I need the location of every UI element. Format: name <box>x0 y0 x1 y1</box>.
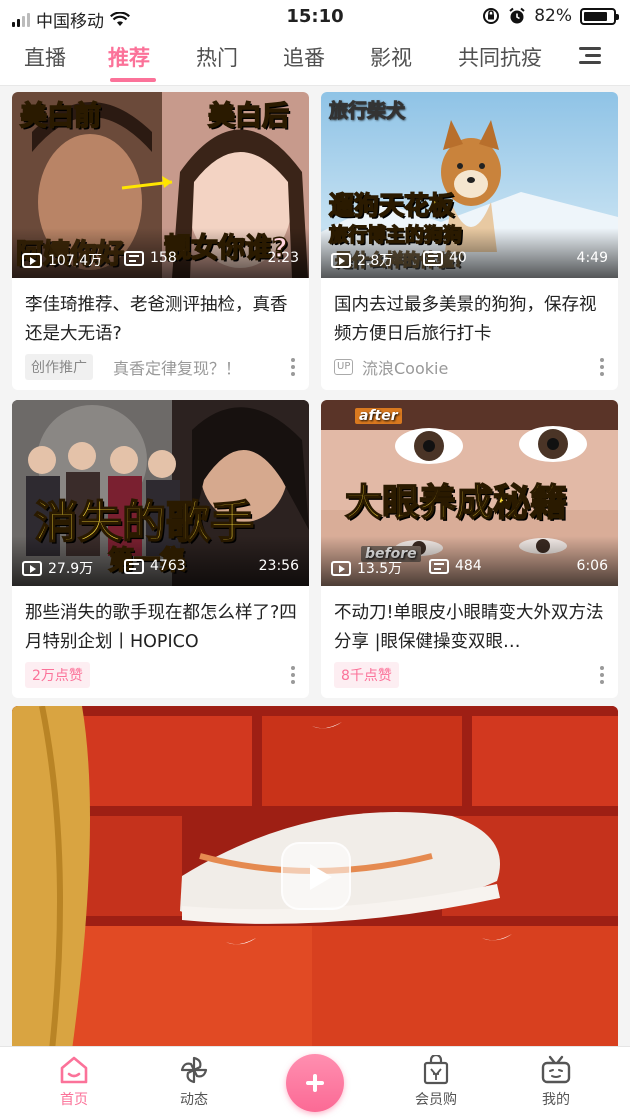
video-title[interactable]: 李佳琦推荐、老爸测评抽检，真香还是大无语? <box>25 291 297 349</box>
view-count: 107.4万 <box>48 253 103 269</box>
battery-icon <box>580 7 619 25</box>
menu-icon[interactable] <box>577 44 601 68</box>
danmaku-icon <box>423 250 443 266</box>
danmaku-stat: 484 <box>429 558 482 574</box>
nav-label: 会员购 <box>415 1092 457 1108</box>
tab-recommend[interactable]: 推荐 <box>108 42 150 72</box>
play-button-icon[interactable] <box>281 842 351 910</box>
danmaku-count: 158 <box>150 250 177 266</box>
battery-percent: 82% <box>534 6 572 26</box>
video-card[interactable]: after 大眼养成秘籍 before 13.5万 484 6:06 不动刀!单… <box>321 400 618 698</box>
status-right: 82% <box>482 6 619 26</box>
video-title[interactable]: 国内去过最多美景的狗狗，保存视频方便日后旅行打卡 <box>334 291 606 349</box>
thumbnail-caption: 美白前 <box>19 100 102 133</box>
ad-video-banner[interactable] <box>12 706 618 1050</box>
thumbnail-caption: 旅行博主的狗狗 <box>328 223 463 247</box>
view-count: 27.9万 <box>48 561 94 577</box>
video-duration: 4:49 <box>576 250 608 266</box>
play-count-icon <box>22 560 42 576</box>
video-stats: 13.5万 484 6:06 <box>331 556 608 578</box>
video-title[interactable]: 不动刀!单眼皮小眼睛变大外双方法分享 |眼保健操变双眼… <box>334 599 606 657</box>
nav-label: 动态 <box>180 1092 208 1108</box>
video-card[interactable]: 美白前 美白后 阿姨你好 靓女你谁? 107.4万 158 2:23 李佳琦推荐… <box>12 92 309 390</box>
view-count: 2.8万 <box>357 253 394 269</box>
tv-icon <box>541 1055 571 1084</box>
video-thumbnail[interactable]: 消失的歌手 第一集 27.9万 4763 23:56 <box>12 400 309 586</box>
video-stats: 27.9万 4763 23:56 <box>22 556 299 578</box>
more-options-icon[interactable] <box>291 666 295 684</box>
video-stats: 107.4万 158 2:23 <box>22 248 299 270</box>
danmaku-stat: 40 <box>423 250 467 266</box>
nav-mine[interactable]: 我的 <box>516 1055 596 1109</box>
thumbnail-caption: 旅行柴犬 <box>328 100 406 123</box>
nav-dynamic[interactable]: 动态 <box>154 1055 234 1109</box>
card-subtitle[interactable]: 真香定律复现？！ <box>113 355 241 379</box>
home-icon <box>60 1056 88 1084</box>
likes-tag: 2万点赞 <box>25 662 90 688</box>
nav-home[interactable]: 首页 <box>34 1055 114 1109</box>
card-footer: UP 流浪Cookie <box>334 354 606 380</box>
up-badge: UP <box>334 359 354 375</box>
battery-level <box>584 11 607 21</box>
shopping-bag-icon <box>423 1055 449 1085</box>
card-footer: 2万点赞 <box>25 662 297 688</box>
active-tab-indicator <box>110 78 156 82</box>
bottom-nav: 首页 动态 会员购 我的 <box>0 1046 630 1120</box>
more-options-icon[interactable] <box>600 666 604 684</box>
card-footer: 8千点赞 <box>334 662 606 688</box>
promo-tag: 创作推广 <box>25 354 93 380</box>
tab-fight-epidemic[interactable]: 共同抗疫 <box>458 42 542 72</box>
thumbnail-caption: 大眼养成秘籍 <box>344 480 568 525</box>
video-stats: 2.8万 40 4:49 <box>331 248 608 270</box>
more-options-icon[interactable] <box>291 358 295 376</box>
danmaku-count: 484 <box>455 558 482 574</box>
more-options-icon[interactable] <box>600 358 604 376</box>
channel-tabs: 直播 推荐 热门 追番 影视 共同抗疫 <box>0 34 630 86</box>
video-title[interactable]: 那些消失的歌手现在都怎么样了?四月特别企划丨HOPICO <box>25 599 297 657</box>
views-stat: 13.5万 <box>331 558 402 578</box>
pinwheel-icon <box>180 1056 208 1084</box>
tab-movies[interactable]: 影视 <box>370 42 412 72</box>
play-count-icon <box>22 252 42 268</box>
alarm-icon <box>509 7 525 24</box>
card-footer: 创作推广 真香定律复现？！ <box>25 354 297 380</box>
thumbnail-caption: 美白后 <box>207 100 290 133</box>
danmaku-icon <box>429 558 449 574</box>
play-count-icon <box>331 252 351 268</box>
danmaku-icon <box>124 250 144 266</box>
orientation-lock-icon <box>483 8 500 24</box>
tab-anime[interactable]: 追番 <box>283 42 325 72</box>
play-count-icon <box>331 560 351 576</box>
video-duration: 23:56 <box>258 558 299 574</box>
danmaku-stat: 4763 <box>124 558 186 574</box>
plus-icon[interactable] <box>286 1054 344 1112</box>
likes-tag: 8千点赞 <box>334 662 399 688</box>
views-stat: 107.4万 <box>22 250 102 270</box>
video-card[interactable]: 消失的歌手 第一集 27.9万 4763 23:56 那些消失的歌手现在都怎么样… <box>12 400 309 698</box>
thumbnail-caption: after <box>355 408 402 424</box>
tab-live[interactable]: 直播 <box>24 42 66 72</box>
views-stat: 27.9万 <box>22 558 93 578</box>
nav-label: 首页 <box>60 1092 88 1108</box>
video-duration: 6:06 <box>576 558 608 574</box>
video-card[interactable]: 旅行柴犬 遛狗天花板 旅行博主的狗狗 是什么样的体验？ 2.8万 40 4:49… <box>321 92 618 390</box>
views-stat: 2.8万 <box>331 250 393 270</box>
danmaku-count: 4763 <box>150 558 186 574</box>
video-duration: 2:23 <box>267 250 299 266</box>
video-thumbnail[interactable]: after 大眼养成秘籍 before 13.5万 484 6:06 <box>321 400 618 586</box>
danmaku-count: 40 <box>449 250 467 266</box>
nav-label: 我的 <box>542 1092 570 1108</box>
tab-hot[interactable]: 热门 <box>196 42 238 72</box>
uploader-name[interactable]: 流浪Cookie <box>362 355 448 379</box>
danmaku-stat: 158 <box>124 250 177 266</box>
nav-vip-shop[interactable]: 会员购 <box>396 1055 476 1109</box>
video-thumbnail[interactable]: 美白前 美白后 阿姨你好 靓女你谁? 107.4万 158 2:23 <box>12 92 309 278</box>
thumbnail-caption: 遛狗天花板 <box>328 190 455 221</box>
status-bar: 中国移动 15:10 82% <box>0 0 630 34</box>
danmaku-icon <box>124 558 144 574</box>
view-count: 13.5万 <box>357 561 403 577</box>
video-thumbnail[interactable]: 旅行柴犬 遛狗天花板 旅行博主的狗狗 是什么样的体验？ 2.8万 40 4:49 <box>321 92 618 278</box>
